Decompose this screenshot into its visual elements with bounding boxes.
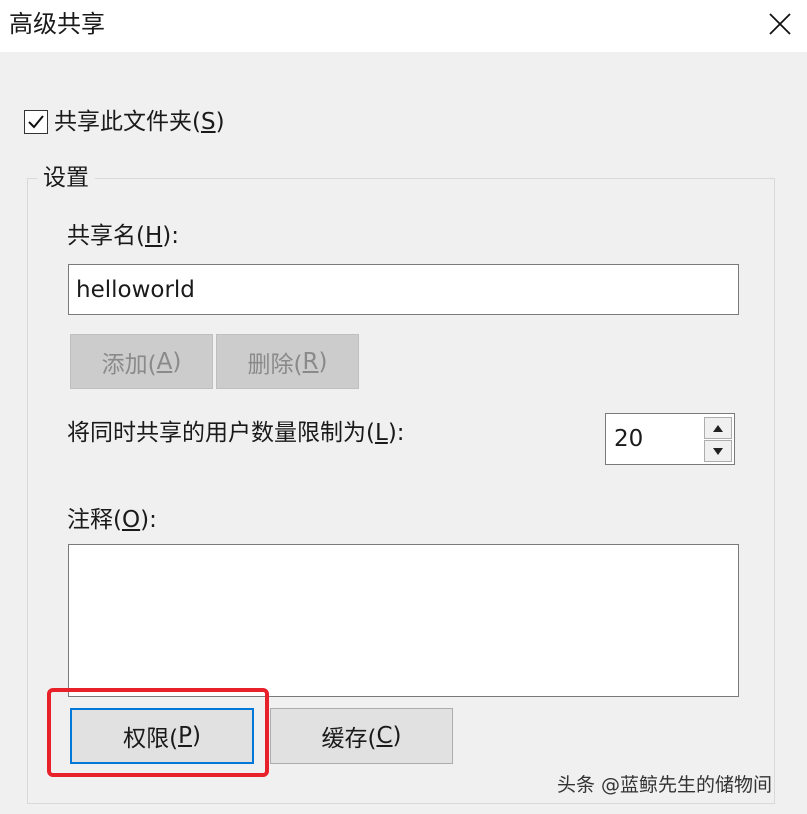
add-button[interactable]: 添加(A): [70, 334, 213, 389]
share-name-label: 共享名(H):: [67, 223, 180, 249]
checkmark-icon: [28, 115, 44, 129]
arrow-up-icon: [713, 424, 723, 432]
comment-textarea[interactable]: [68, 544, 739, 697]
highlight-annotation: [47, 688, 269, 777]
spin-up-button[interactable]: [704, 417, 732, 439]
watermark-text: 头条 @蓝鲸先生的储物间: [557, 774, 773, 796]
title-bar: 高级共享: [0, 0, 807, 52]
share-folder-checkbox-row[interactable]: 共享此文件夹(S): [24, 106, 225, 138]
remove-button[interactable]: 删除(R): [216, 334, 359, 389]
share-name-input[interactable]: [68, 264, 739, 315]
close-icon: [768, 13, 791, 35]
caching-button[interactable]: 缓存(C): [270, 708, 453, 764]
arrow-down-icon: [713, 447, 723, 455]
share-folder-label: 共享此文件夹(S): [54, 109, 225, 135]
share-folder-checkbox[interactable]: [24, 110, 48, 134]
comment-label: 注释(O):: [67, 507, 157, 533]
user-limit-value[interactable]: 20: [614, 424, 643, 454]
spin-down-button[interactable]: [704, 440, 732, 462]
advanced-sharing-dialog: 高级共享 共享此文件夹(S) 设置 共享名(H): 添加(A) 删除(R) 将同…: [0, 0, 807, 814]
settings-group-label: 设置: [37, 163, 95, 193]
close-button[interactable]: [752, 0, 807, 48]
user-limit-spinner[interactable]: 20: [605, 413, 735, 465]
window-title: 高级共享: [9, 10, 105, 38]
user-limit-label: 将同时共享的用户数量限制为(L):: [67, 420, 405, 446]
